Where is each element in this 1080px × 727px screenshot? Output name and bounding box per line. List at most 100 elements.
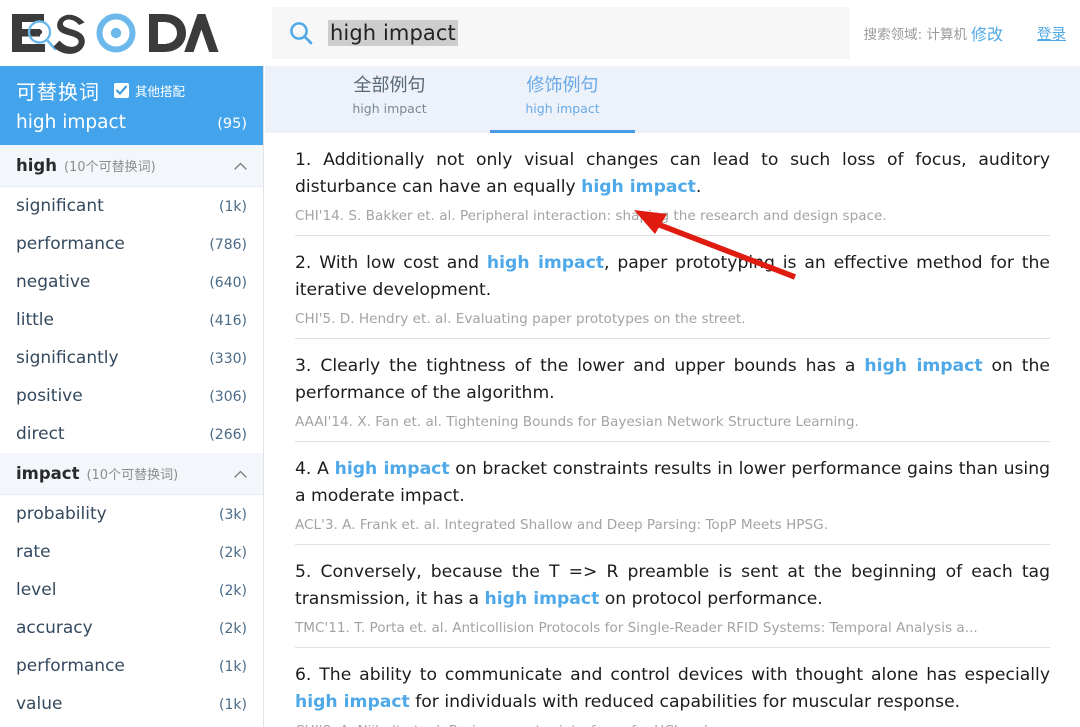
sentence-highlight: high impact [864,356,983,376]
other-collocations-checkbox[interactable] [114,83,129,98]
word-count: (306) [209,389,247,405]
search-bar[interactable]: high impact [272,7,850,59]
list-item[interactable]: 6. The ability to communicate and contro… [295,648,1050,727]
tab-subtitle: high impact [352,101,427,116]
sidebar-list-high: significant (1k) performance (786) negat… [0,187,263,453]
word-count: (2k) [219,545,247,561]
list-item[interactable]: 4. A high impact on bracket constraints … [295,442,1050,545]
sentence-number: 1. [295,150,312,170]
sentence-text: 1. Additionally not only visual changes … [295,147,1050,201]
login-link[interactable]: 登录 [1037,23,1066,44]
sentence-highlight: high impact [334,459,450,479]
list-item[interactable]: 5. Conversely, because the T => R preamb… [295,545,1050,648]
sidebar-word-item[interactable]: rate (2k) [0,533,263,571]
other-collocations-label: 其他搭配 [135,84,186,99]
word-label: direct [16,424,65,444]
sentence-number: 6. [295,665,312,685]
word-label: performance [16,656,125,676]
citation: TMC'11. T. Porta et. al. Anticollision P… [295,620,978,636]
sidebar-word-item[interactable]: level (2k) [0,571,263,609]
sentence-number: 5. [295,562,312,582]
sidebar-word-item[interactable]: little (416) [0,301,263,339]
word-label: level [16,580,57,600]
sidebar-word-item[interactable]: accuracy (2k) [0,609,263,647]
word-label: accuracy [16,618,93,638]
sentence-text: 3. Clearly the tightness of the lower an… [295,353,1050,407]
sentence-number: 4. [295,459,312,479]
word-count: (640) [209,275,247,291]
list-item[interactable]: 1. Additionally not only visual changes … [295,133,1050,236]
sidebar-header: 可替换词 其他搭配 high impact (95) [0,66,263,145]
search-domain-label: 搜索领域: 计算机 [863,27,967,43]
tab-modifier-sentences[interactable]: 修饰例句 high impact [490,66,635,133]
sidebar-word-item[interactable]: performance (786) [0,225,263,263]
word-label: rate [16,542,51,562]
sentence-text: 2. With low cost and high impact, paper … [295,250,1050,304]
section-word-high: high [16,156,57,175]
word-label: negative [16,272,91,292]
sidebar-word-item[interactable]: significantly (330) [0,339,263,377]
section-sub-impact: (10个可替换词) [86,468,179,483]
sentence-text: 4. A high impact on bracket constraints … [295,456,1050,510]
word-count: (1k) [219,697,247,713]
citation: AAAI'14. X. Fan et. al. Tightening Bound… [295,414,859,430]
citation: CHI'8. A. Nijholt et. al. Brain-computer… [295,723,1050,727]
word-count: (416) [209,313,247,329]
word-count: (330) [209,351,247,367]
sentence-pre: The ability to communicate and control d… [311,665,1050,685]
sidebar-word-item[interactable]: positive (306) [0,377,263,415]
tab-title: 全部例句 [353,75,426,96]
word-label: significantly [16,348,119,368]
sentence-highlight: high impact [486,253,605,273]
tab-all-sentences[interactable]: 全部例句 high impact [317,66,462,133]
search-icon [290,22,313,45]
esoda-logo-mark [12,13,219,54]
list-item[interactable]: 2. With low cost and high impact, paper … [295,236,1050,339]
tab-title: 修饰例句 [526,75,599,96]
sidebar-word-item[interactable]: probability (3k) [0,495,263,533]
sentence-post: . [695,177,702,197]
word-label: positive [16,386,83,406]
results-list: 1. Additionally not only visual changes … [265,133,1080,727]
search-input[interactable]: high impact [328,20,458,46]
section-word-impact: impact [16,464,80,483]
sentence-text: 6. The ability to communicate and contro… [295,662,1050,716]
sentence-highlight: high impact [484,589,600,609]
sentence-post: for individuals with reduced capabilitie… [409,692,961,712]
sidebar-section-header-high[interactable]: high (10个可替换词) [0,145,263,187]
sidebar-word-item[interactable]: value (1k) [0,685,263,723]
word-label: significant [16,196,104,216]
word-count: (2k) [219,621,247,637]
sentence-post: on protocol performance. [599,589,823,609]
esoda-app: high impact 搜索领域: 计算机 修改 登录 可替换词 其他搭配 hi… [0,0,1080,727]
sidebar: 可替换词 其他搭配 high impact (95) high (10个可替换词… [0,66,264,727]
tab-bar: 全部例句 high impact 修饰例句 high impact [265,66,1080,133]
word-label: value [16,694,63,714]
edit-domain-link[interactable]: 修改 [971,21,1003,45]
sidebar-list-impact: probability (3k) rate (2k) level (2k) ac… [0,495,263,727]
word-count: (1k) [219,199,247,215]
citation: CHI'5. D. Hendry et. al. Evaluating pape… [295,311,746,327]
word-label: probability [16,504,107,524]
sidebar-title: 可替换词 [16,80,100,104]
sidebar-word-item[interactable]: performance (1k) [0,647,263,685]
sentence-number: 2. [295,253,312,273]
chevron-up-icon [234,470,247,478]
word-label: performance [16,234,125,254]
sidebar-word-item[interactable]: direct (266) [0,415,263,453]
word-count: (1k) [219,659,247,675]
sidebar-phrase: high impact [16,112,126,133]
sentence-text: 5. Conversely, because the T => R preamb… [295,559,1050,613]
list-item[interactable]: 3. Clearly the tightness of the lower an… [295,339,1050,442]
sentence-pre: With low cost and [311,253,487,273]
citation: ACL'3. A. Frank et. al. Integrated Shall… [295,517,828,533]
sentence-pre: Clearly the tightness of the lower and u… [311,356,865,376]
esoda-logo[interactable] [0,0,265,66]
main-content: 全部例句 high impact 修饰例句 high impact 1. Add… [265,66,1080,727]
sidebar-word-item[interactable]: significant (1k) [0,187,263,225]
word-count: (786) [209,237,247,253]
sidebar-word-item[interactable]: negative (640) [0,263,263,301]
sentence-number: 3. [295,356,312,376]
sidebar-word-item[interactable]: cost (1k) [0,723,263,727]
sidebar-section-header-impact[interactable]: impact (10个可替换词) [0,453,263,495]
